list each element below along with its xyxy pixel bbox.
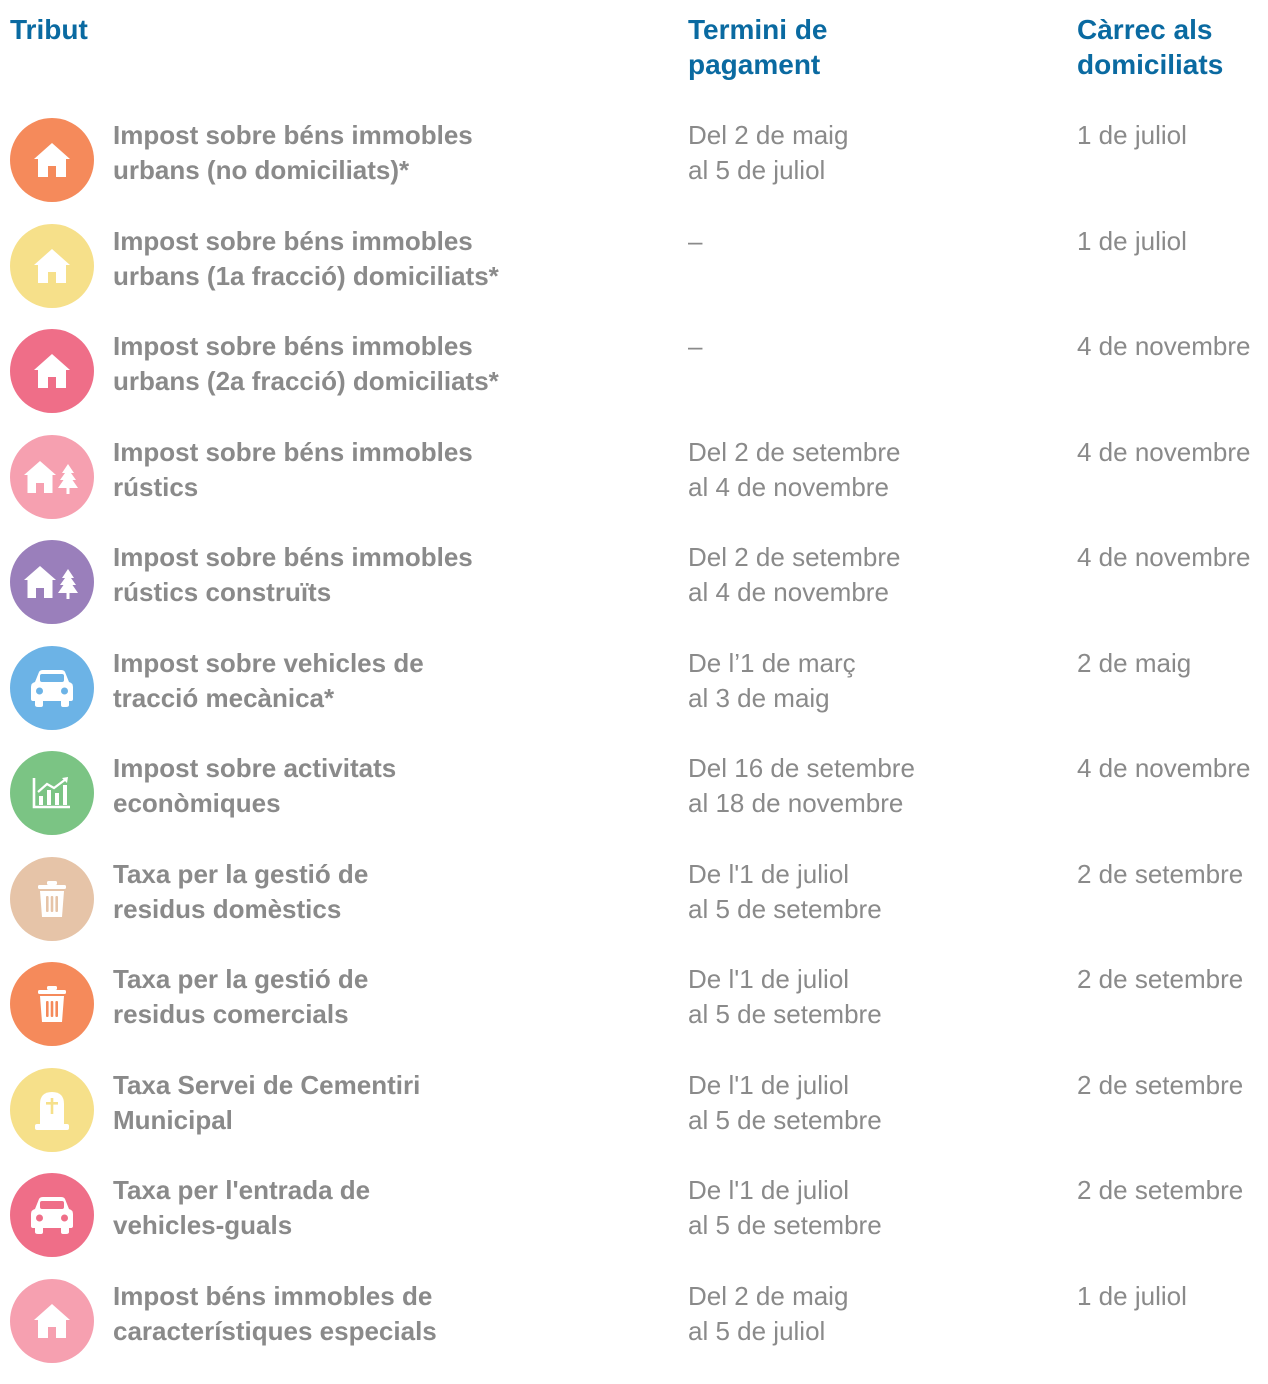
table-row: Impost sobre béns immobles urbans (no do… (0, 118, 1268, 224)
direct-debit-charge-date: 2 de maig (1077, 646, 1267, 681)
direct-debit-charge-date: 1 de juliol (1077, 1279, 1267, 1314)
direct-debit-charge-date: 2 de setembre (1077, 1068, 1267, 1103)
direct-debit-charge-date: 1 de juliol (1077, 224, 1267, 259)
trash-icon (10, 857, 94, 941)
table-row: Taxa Servei de Cementiri Municipal De l'1… (0, 1068, 1268, 1174)
tax-name: Impost sobre béns immobles rústics const… (113, 540, 633, 610)
payment-period: De l’1 de març al 3 de maig (688, 646, 1048, 716)
header-carrec-als-domiciliats: Càrrec als domiciliats (1077, 12, 1223, 82)
tax-name: Taxa per l'entrada de vehicles-guals (113, 1173, 633, 1243)
direct-debit-charge-date: 1 de juliol (1077, 118, 1267, 153)
payment-period: De l'1 de juliol al 5 de setembre (688, 1173, 1048, 1243)
payment-period: Del 2 de maig al 5 de juliol (688, 118, 1048, 188)
tax-name: Impost béns immobles de característiques… (113, 1279, 633, 1349)
tax-name: Impost sobre activitats econòmiques (113, 751, 633, 821)
table-row: Taxa per l'entrada de vehicles-guals De l… (0, 1173, 1268, 1279)
tax-name: Impost sobre béns immobles urbans (2a fr… (113, 329, 633, 399)
direct-debit-charge-date: 4 de novembre (1077, 751, 1267, 786)
direct-debit-charge-date: 2 de setembre (1077, 962, 1267, 997)
table-row: Taxa per la gestió de residus domèstics D… (0, 857, 1268, 963)
tax-name: Impost sobre béns immobles urbans (no do… (113, 118, 633, 188)
direct-debit-charge-date: 4 de novembre (1077, 329, 1267, 364)
direct-debit-charge-date: 2 de setembre (1077, 857, 1267, 892)
table-row: Impost sobre béns immobles urbans (1a fr… (0, 224, 1268, 330)
payment-period: De l'1 de juliol al 5 de setembre (688, 1068, 1048, 1138)
tax-name: Taxa Servei de Cementiri Municipal (113, 1068, 633, 1138)
house-tree-icon (10, 540, 94, 624)
payment-period: Del 16 de setembre al 18 de novembre (688, 751, 1048, 821)
house-icon (10, 118, 94, 202)
header-termini-de-pagament: Termini de pagament (688, 12, 828, 82)
payment-period: Del 2 de maig al 5 de juliol (688, 1279, 1048, 1349)
direct-debit-charge-date: 2 de setembre (1077, 1173, 1267, 1208)
table-row: Impost sobre béns immobles urbans (2a fr… (0, 329, 1268, 435)
car-icon (10, 1173, 94, 1257)
table-row: Impost sobre béns immobles rústics const… (0, 540, 1268, 646)
direct-debit-charge-date: 4 de novembre (1077, 540, 1267, 575)
gravestone-icon (10, 1068, 94, 1152)
table-row: Impost sobre béns immobles rústics Del 2 … (0, 435, 1268, 541)
chart-icon (10, 751, 94, 835)
payment-period: De l'1 de juliol al 5 de setembre (688, 962, 1048, 1032)
trash-icon (10, 962, 94, 1046)
table-row: Impost béns immobles de característiques… (0, 1279, 1268, 1384)
tax-name: Impost sobre béns immobles rústics (113, 435, 633, 505)
table-row: Impost sobre activitats econòmiques Del 1… (0, 751, 1268, 857)
table-row: Impost sobre vehicles de tracció mecànic… (0, 646, 1268, 752)
tax-table: Impost sobre béns immobles urbans (no do… (0, 118, 1268, 1384)
payment-period: De l'1 de juliol al 5 de setembre (688, 857, 1048, 927)
house-icon (10, 224, 94, 308)
payment-period: Del 2 de setembre al 4 de novembre (688, 540, 1048, 610)
table-row: Taxa per la gestió de residus comercials… (0, 962, 1268, 1068)
tax-name: Taxa per la gestió de residus domèstics (113, 857, 633, 927)
house-tree-icon (10, 435, 94, 519)
tax-name: Impost sobre béns immobles urbans (1a fr… (113, 224, 633, 294)
direct-debit-charge-date: 4 de novembre (1077, 435, 1267, 470)
house-icon (10, 329, 94, 413)
payment-period: – (688, 329, 1048, 364)
tax-name: Impost sobre vehicles de tracció mecànic… (113, 646, 633, 716)
payment-period: Del 2 de setembre al 4 de novembre (688, 435, 1048, 505)
house-icon (10, 1279, 94, 1363)
payment-period: – (688, 224, 1048, 259)
car-icon (10, 646, 94, 730)
tax-name: Taxa per la gestió de residus comercials (113, 962, 633, 1032)
header-tribut: Tribut (10, 12, 88, 47)
